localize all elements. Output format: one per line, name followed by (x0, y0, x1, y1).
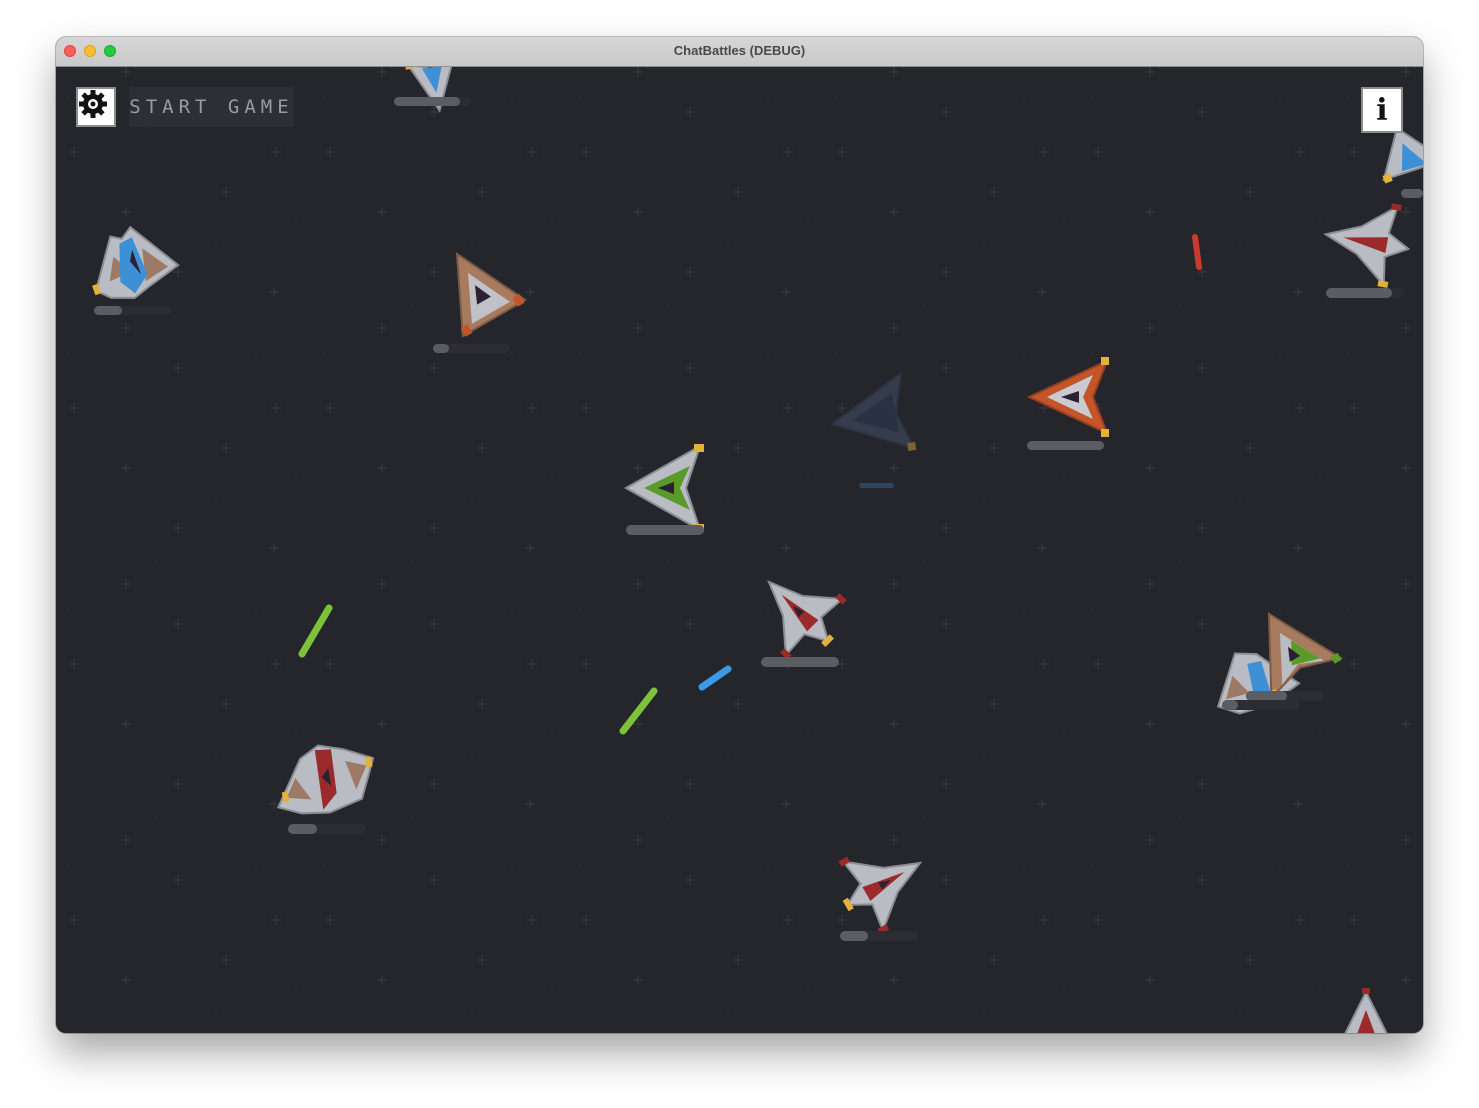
info-button[interactable]: i (1361, 87, 1403, 133)
health-bar-fill (1222, 700, 1238, 710)
health-bar-fill (761, 657, 839, 667)
window-title: ChatBattles (DEBUG) (673, 43, 806, 58)
health-bar-fill (626, 525, 704, 535)
health-bar-fill (94, 306, 122, 315)
start-game-label: START GAME (129, 96, 294, 118)
health-bar-fill (840, 931, 868, 941)
app-window: ChatBattles (DEBUG) START GAME i (56, 37, 1423, 1033)
health-bar-fill (433, 344, 449, 353)
laser-red (1192, 234, 1202, 270)
game-canvas[interactable]: START GAME i (56, 67, 1423, 1033)
health-bar-fill (859, 483, 894, 488)
gear-icon (79, 90, 107, 118)
title-bar: ChatBattles (DEBUG) (56, 37, 1423, 67)
start-game-button[interactable]: START GAME (129, 87, 294, 127)
health-bar-fill (1246, 691, 1287, 701)
health-bar-fill (1401, 189, 1423, 198)
settings-button[interactable] (76, 87, 116, 127)
battlefield (56, 67, 1423, 1033)
health-bar-fill (1326, 288, 1392, 298)
health-bar-fill (1027, 441, 1104, 450)
health-bar-fill (288, 824, 317, 834)
health-bar-fill (394, 97, 460, 106)
info-icon: i (1376, 92, 1388, 128)
